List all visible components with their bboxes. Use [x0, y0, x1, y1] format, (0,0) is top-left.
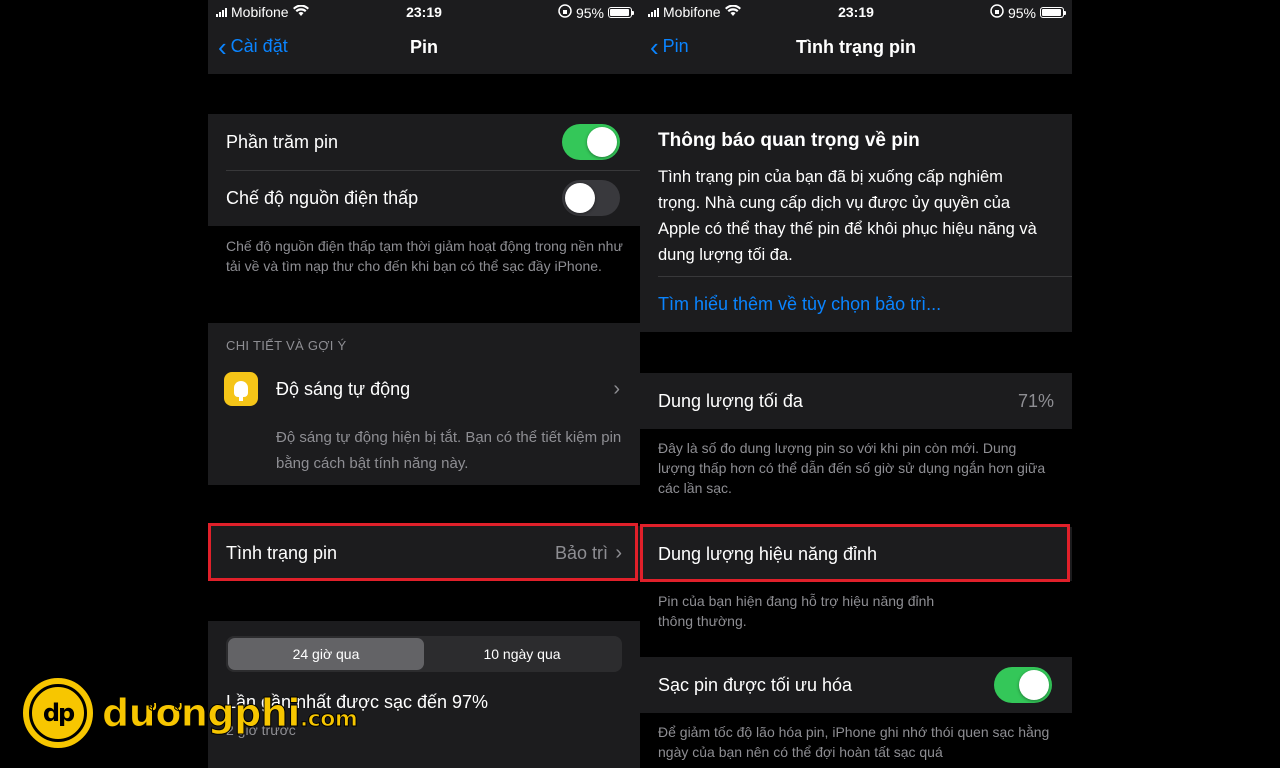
nav-bar: ‹ Cài đặt Pin: [208, 24, 640, 74]
segment-24h[interactable]: 24 giờ qua: [228, 638, 424, 670]
page-title: Tình trạng pin: [796, 37, 916, 57]
battery-health-label: Tình trạng pin: [226, 542, 338, 563]
optimized-charging-footnote: Để giảm tốc độ lão hóa pin, iPhone ghi n…: [658, 724, 1050, 760]
orientation-lock-icon: [558, 4, 572, 21]
battery-icon: [1040, 7, 1066, 18]
battery-percentage-label: Phần trăm pin: [226, 131, 339, 152]
low-power-mode-row: Chế độ nguồn điện thấp: [208, 170, 640, 226]
learn-more-link[interactable]: Tìm hiểu thêm về tùy chọn bảo trì...: [658, 294, 941, 315]
battery-percentage-toggle[interactable]: [562, 124, 620, 160]
brand-name: dươngphi.com: [102, 691, 359, 736]
insights-card: CHI TIẾT VÀ GỢI Ý Độ sáng tự động › Độ s…: [208, 323, 640, 485]
optimized-charging-toggle[interactable]: [994, 667, 1052, 703]
battery-health-screen: Mobifone 23:19 95% ‹ Pin Tình trạng pin …: [640, 0, 1072, 768]
brand-logo: dp dươngphi.com: [20, 675, 359, 751]
battery-health-row[interactable]: Tình trạng pin Bảo trì ›: [208, 526, 640, 580]
max-capacity-row: Dung lượng tối đa 71%: [640, 373, 1072, 429]
battery-percentage-row: Phần trăm pin: [208, 114, 640, 170]
low-power-mode-label: Chế độ nguồn điện thấp: [226, 187, 419, 208]
optimized-charging-row: Sạc pin được tối ưu hóa: [640, 657, 1072, 713]
battery-percent: 95%: [575, 4, 604, 21]
max-capacity-label: Dung lượng tối đa: [658, 390, 803, 411]
peak-performance-footnote: Pin của bạn hiện đang hỗ trợ hiệu năng đ…: [658, 593, 935, 629]
battery-options-card: Phần trăm pin Chế độ nguồn điện thấp: [208, 114, 640, 226]
max-capacity-card: Dung lượng tối đa 71%: [640, 373, 1072, 429]
chevron-right-icon: ›: [613, 377, 620, 400]
max-capacity-value: 71%: [1017, 390, 1054, 411]
auto-brightness-description: Độ sáng tự động hiện bị tắt. Bạn có thể …: [276, 429, 622, 472]
peak-performance-card: Dung lượng hiệu năng đỉnh: [640, 527, 1072, 581]
battery-notice-card: Thông báo quan trọng về pin Tình trạng p…: [640, 114, 1072, 332]
low-power-footnote: Chế độ nguồn điện thấp tạm thời giảm hoạ…: [226, 238, 623, 274]
notice-body: Tình trạng pin của bạn đã bị xuống cấp n…: [658, 168, 1037, 264]
battery-health-value: Bảo trì: [554, 542, 608, 563]
segment-10d[interactable]: 10 ngày qua: [424, 638, 620, 670]
orientation-lock-icon: [990, 4, 1004, 21]
optimized-charging-card: Sạc pin được tối ưu hóa: [640, 657, 1072, 713]
nav-bar: ‹ Pin Tình trạng pin: [640, 24, 1072, 74]
divider: [658, 276, 1072, 277]
low-power-mode-toggle[interactable]: [562, 180, 620, 216]
notice-title: Thông báo quan trọng về pin: [658, 130, 920, 151]
auto-brightness-label: Độ sáng tự động: [276, 378, 411, 399]
status-bar: Mobifone 23:19 95%: [640, 0, 1072, 24]
usage-period-control: 24 giờ qua 10 ngày qua: [226, 636, 622, 672]
page-title: Pin: [409, 37, 438, 57]
battery-health-card: Tình trạng pin Bảo trì ›: [208, 526, 640, 580]
auto-brightness-row[interactable]: Độ sáng tự động ›: [208, 367, 640, 411]
battery-icon: [608, 7, 634, 18]
optimized-charging-label: Sạc pin được tối ưu hóa: [658, 674, 853, 695]
battery-settings-screen: Mobifone 23:19 95% ‹ Cài đặt Pin Phần tr…: [208, 0, 640, 768]
status-bar: Mobifone 23:19 95%: [208, 0, 640, 24]
logo-mark-icon: dp: [20, 675, 96, 751]
max-capacity-footnote: Đây là số đo dung lượng pin so với khi p…: [658, 440, 1046, 496]
chevron-right-icon: ›: [615, 541, 622, 564]
lightbulb-icon: [224, 372, 258, 406]
peak-performance-row: Dung lượng hiệu năng đỉnh: [640, 527, 1072, 581]
insights-header: CHI TIẾT VÀ GỢI Ý: [226, 338, 347, 353]
peak-performance-label: Dung lượng hiệu năng đỉnh: [658, 543, 878, 564]
battery-percent: 95%: [1007, 4, 1036, 21]
